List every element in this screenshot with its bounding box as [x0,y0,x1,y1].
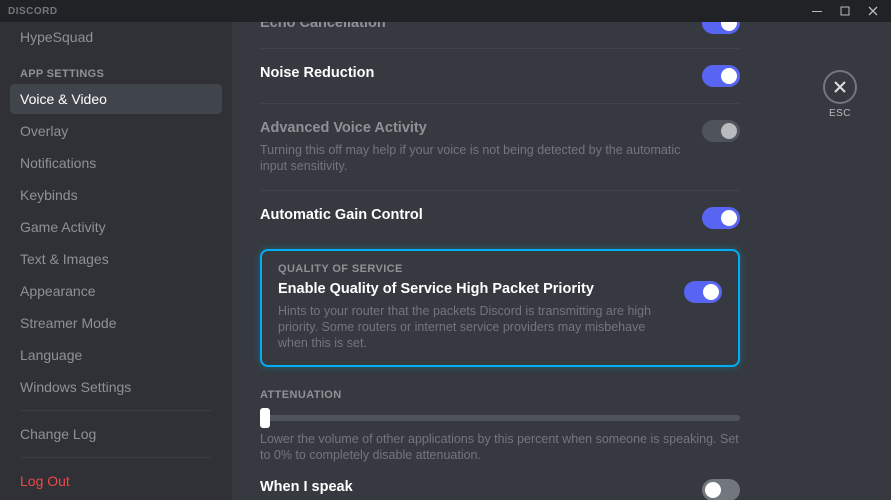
window-minimize-button[interactable] [803,0,831,22]
setting-title: Advanced Voice Activity [260,120,686,136]
toggle-noise-reduction[interactable] [702,65,740,87]
setting-description: Hints to your router that the packets Di… [278,303,668,351]
setting-advanced-voice-activity: Advanced Voice Activity Turning this off… [260,104,740,190]
sidebar-item-streamer-mode[interactable]: Streamer Mode [10,308,222,338]
sidebar-separator [20,410,212,411]
setting-automatic-gain-control: Automatic Gain Control [260,191,740,245]
setting-description: Turning this off may help if your voice … [260,142,686,174]
close-label: ESC [823,108,857,119]
close-button[interactable] [823,70,857,104]
titlebar: DISCORD [0,0,891,22]
setting-echo-cancellation: Echo Cancellation [260,22,740,49]
setting-noise-reduction: Noise Reduction [260,49,740,103]
sidebar-item-text-images[interactable]: Text & Images [10,244,222,274]
attenuation-slider[interactable] [260,401,740,421]
setting-when-i-speak: When I speak [260,463,740,500]
sidebar-item-language[interactable]: Language [10,340,222,370]
sidebar-item-appearance[interactable]: Appearance [10,276,222,306]
sidebar-header-app-settings: APP SETTINGS [10,54,222,84]
qos-highlight-box: QUALITY OF SERVICE Enable Quality of Ser… [260,249,740,367]
setting-title: Noise Reduction [260,65,374,81]
window-close-button[interactable] [859,0,887,22]
setting-title: Enable Quality of Service High Packet Pr… [278,281,668,297]
setting-qos-priority: Enable Quality of Service High Packet Pr… [278,275,722,351]
sidebar-item-log-out[interactable]: Log Out [10,466,222,496]
window-maximize-button[interactable] [831,0,859,22]
setting-title: Echo Cancellation [260,22,386,31]
toggle-automatic-gain-control[interactable] [702,207,740,229]
sidebar-item-keybinds[interactable]: Keybinds [10,180,222,210]
toggle-when-i-speak[interactable] [702,479,740,500]
sidebar-item-voice-video[interactable]: Voice & Video [10,84,222,114]
settings-content: Echo Cancellation Noise Reduction Advanc… [232,22,891,500]
attenuation-description: Lower the volume of other applications b… [260,431,740,463]
sidebar-item-notifications[interactable]: Notifications [10,148,222,178]
window-controls [803,0,887,22]
setting-title: Automatic Gain Control [260,207,423,223]
sidebar-item-change-log[interactable]: Change Log [10,419,222,449]
sidebar-item-windows-settings[interactable]: Windows Settings [10,372,222,402]
section-header-attenuation: ATTENUATION [260,367,740,401]
sidebar-item-game-activity[interactable]: Game Activity [10,212,222,242]
sidebar-item-hypesquad[interactable]: HypeSquad [10,22,222,52]
close-settings: ESC [823,70,857,119]
setting-title: When I speak [260,479,353,495]
section-header-qos: QUALITY OF SERVICE [278,263,722,275]
sidebar-item-overlay[interactable]: Overlay [10,116,222,146]
toggle-echo-cancellation[interactable] [702,22,740,34]
app-brand: DISCORD [8,6,58,17]
toggle-qos-priority[interactable] [684,281,722,303]
sidebar-separator [20,457,212,458]
settings-sidebar: HypeSquad APP SETTINGS Voice & Video Ove… [0,22,232,500]
toggle-advanced-voice-activity[interactable] [702,120,740,142]
